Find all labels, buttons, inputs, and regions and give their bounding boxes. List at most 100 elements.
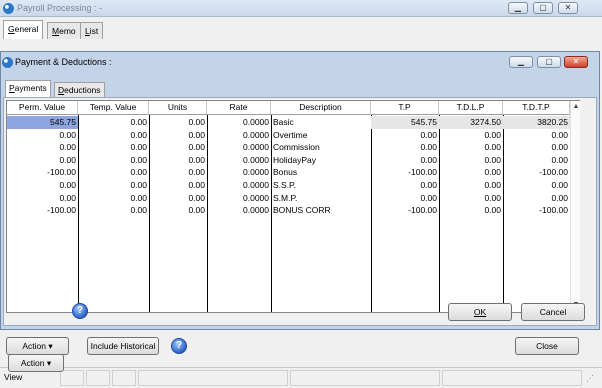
tab-payments[interactable]: Payments: [5, 80, 51, 98]
table-cell[interactable]: 0.00: [371, 154, 439, 167]
table-cell[interactable]: 0.0000: [207, 141, 271, 154]
table-cell[interactable]: 0.0000: [207, 204, 271, 217]
table-cell[interactable]: 0.00: [371, 129, 439, 142]
table-cell[interactable]: -100.00: [503, 204, 570, 217]
minimize-button[interactable]: ▁: [508, 2, 528, 14]
back-action-button[interactable]: Action ▾: [6, 337, 69, 355]
table-cell[interactable]: 0.00: [149, 192, 207, 205]
resize-grip-icon[interactable]: ⋰: [586, 374, 594, 383]
table-cell[interactable]: 0.00: [439, 192, 503, 205]
table-cell[interactable]: 0.00: [78, 204, 149, 217]
maximize-button[interactable]: ▢: [533, 2, 553, 14]
table-cell[interactable]: 0.00: [78, 166, 149, 179]
table-cell[interactable]: 0.0000: [207, 129, 271, 142]
table-cell[interactable]: 0.0000: [207, 192, 271, 205]
table-row[interactable]: 0.00 0.00 0.00 0.0000 HolidayPay 0.00 0.00 0.00: [7, 154, 570, 167]
table-cell[interactable]: 0.00: [78, 179, 149, 192]
table-cell[interactable]: 0.00: [78, 129, 149, 142]
table-row[interactable]: -100.00 0.00 0.00 0.0000 BONUS CORR -100.00 0.…: [7, 204, 570, 217]
table-cell[interactable]: -100.00: [7, 166, 78, 179]
table-row[interactable]: 0.00 0.00 0.00 0.0000 Commission 0.00 0.00 0.00: [7, 141, 570, 154]
table-cell[interactable]: 0.00: [503, 179, 570, 192]
close-window-button[interactable]: ✕: [558, 2, 578, 14]
table-cell[interactable]: 0.00: [7, 141, 78, 154]
table-cell[interactable]: 0.0000: [207, 166, 271, 179]
table-cell[interactable]: 0.0000: [207, 116, 271, 129]
grid-scrollbar[interactable]: ▲ ▼: [570, 101, 580, 312]
table-cell[interactable]: 0.0000: [207, 179, 271, 192]
table-cell[interactable]: 0.00: [439, 166, 503, 179]
table-cell[interactable]: 0.00: [78, 141, 149, 154]
dialog-maximize-button[interactable]: ▢: [537, 56, 561, 68]
back-close-button[interactable]: Close: [515, 337, 579, 355]
table-cell[interactable]: 545.75: [7, 116, 78, 129]
dialog-close-button[interactable]: ✕: [564, 56, 588, 68]
column-header[interactable]: Units: [149, 101, 207, 115]
table-cell[interactable]: Basic: [271, 116, 371, 129]
table-row[interactable]: 0.00 0.00 0.00 0.0000 S.S.P. 0.00 0.00 0.00: [7, 179, 570, 192]
column-header[interactable]: T.D.L.P: [439, 101, 503, 115]
include-historical-button[interactable]: Include Historical: [87, 337, 159, 355]
table-cell[interactable]: BONUS CORR: [271, 204, 371, 217]
table-cell[interactable]: 0.00: [78, 192, 149, 205]
table-cell[interactable]: -100.00: [371, 166, 439, 179]
table-cell[interactable]: 0.00: [149, 141, 207, 154]
table-cell[interactable]: 0.00: [439, 141, 503, 154]
table-cell[interactable]: Commission: [271, 141, 371, 154]
tab-general[interactable]: General: [3, 20, 44, 40]
table-row[interactable]: -100.00 0.00 0.00 0.0000 Bonus -100.00 0.00 -10…: [7, 166, 570, 179]
table-cell[interactable]: 0.00: [149, 116, 207, 129]
table-cell[interactable]: 0.00: [78, 154, 149, 167]
column-header[interactable]: Description: [271, 101, 371, 115]
table-cell[interactable]: 3274.50: [439, 116, 503, 129]
table-cell[interactable]: 0.00: [7, 192, 78, 205]
tab-deductions[interactable]: Deductions: [54, 82, 105, 98]
table-cell[interactable]: 0.00: [78, 116, 149, 129]
help-icon[interactable]: ?: [171, 338, 187, 354]
tab-list[interactable]: List: [80, 22, 104, 40]
dialog-action-button[interactable]: Action ▾: [8, 354, 64, 372]
table-cell[interactable]: S.M.P.: [271, 192, 371, 205]
table-cell[interactable]: 545.75: [371, 116, 439, 129]
table-row[interactable]: 545.75 0.00 0.00 0.0000 Basic 545.75 3274.50 38…: [7, 116, 570, 129]
scroll-up-icon[interactable]: ▲: [572, 103, 580, 110]
table-cell[interactable]: 0.00: [149, 166, 207, 179]
column-header[interactable]: T.D.T.P: [503, 101, 570, 115]
table-cell[interactable]: 0.00: [149, 204, 207, 217]
table-cell[interactable]: 0.00: [503, 154, 570, 167]
table-cell[interactable]: -100.00: [503, 166, 570, 179]
cancel-button[interactable]: Cancel: [521, 303, 585, 321]
table-cell[interactable]: 0.00: [149, 154, 207, 167]
column-header[interactable]: Rate: [207, 101, 271, 115]
table-cell[interactable]: 0.00: [149, 129, 207, 142]
column-header[interactable]: Temp. Value: [78, 101, 149, 115]
column-header[interactable]: Perm. Value: [7, 101, 78, 115]
table-cell[interactable]: -100.00: [371, 204, 439, 217]
table-cell[interactable]: 0.00: [503, 192, 570, 205]
tab-memo[interactable]: Memo: [47, 22, 81, 40]
table-cell[interactable]: S.S.P.: [271, 179, 371, 192]
table-cell[interactable]: 0.00: [371, 141, 439, 154]
table-cell[interactable]: 0.0000: [207, 154, 271, 167]
table-cell[interactable]: 0.00: [503, 129, 570, 142]
table-cell[interactable]: 0.00: [439, 129, 503, 142]
table-cell[interactable]: -100.00: [7, 204, 78, 217]
table-cell[interactable]: 0.00: [371, 179, 439, 192]
dialog-minimize-button[interactable]: ▁: [509, 56, 533, 68]
table-cell[interactable]: 0.00: [371, 192, 439, 205]
table-cell[interactable]: 0.00: [7, 129, 78, 142]
table-cell[interactable]: 3820.25: [503, 116, 570, 129]
table-cell[interactable]: Overtime: [271, 129, 371, 142]
column-header[interactable]: T.P: [371, 101, 439, 115]
table-cell[interactable]: 0.00: [7, 154, 78, 167]
payments-grid[interactable]: Perm. Value Temp. Value Units Rate Descr…: [6, 100, 580, 313]
dialog-help-icon[interactable]: ?: [72, 303, 88, 319]
table-row[interactable]: 0.00 0.00 0.00 0.0000 Overtime 0.00 0.00 0.00: [7, 129, 570, 142]
ok-button[interactable]: OK: [448, 303, 512, 321]
table-cell[interactable]: 0.00: [439, 179, 503, 192]
table-cell[interactable]: HolidayPay: [271, 154, 371, 167]
table-cell[interactable]: Bonus: [271, 166, 371, 179]
table-cell[interactable]: 0.00: [439, 154, 503, 167]
table-row[interactable]: 0.00 0.00 0.00 0.0000 S.M.P. 0.00 0.00 0.00: [7, 192, 570, 205]
table-cell[interactable]: 0.00: [439, 204, 503, 217]
